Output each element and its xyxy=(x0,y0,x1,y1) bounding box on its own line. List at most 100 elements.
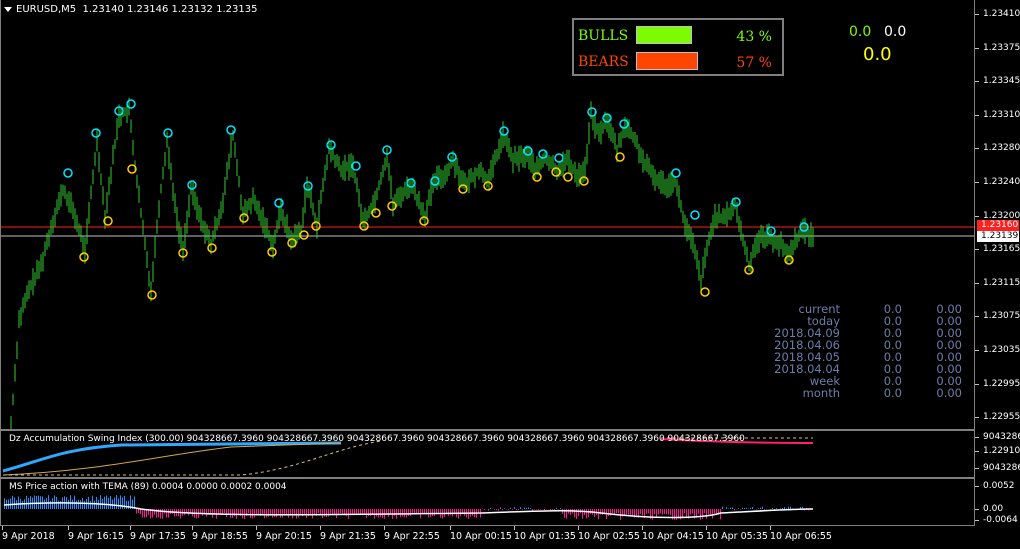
price-action-bar xyxy=(238,509,239,514)
indicator-pane-swing-index[interactable]: Dz Accumulation Swing Index (300.00) 904… xyxy=(0,430,975,478)
price-action-bar xyxy=(168,509,169,518)
swing-low-marker-icon xyxy=(147,290,157,300)
price-action-bar xyxy=(698,509,699,514)
price-action-bar xyxy=(230,509,231,518)
price-action-bar xyxy=(48,495,49,509)
bears-label: BEARS xyxy=(578,54,629,70)
price-action-bar xyxy=(626,509,627,515)
price-axis[interactable]: 1.23410 1.23375 1.23345 1.23310 1.23280 1.232… xyxy=(974,0,1020,456)
price-action-bar xyxy=(446,509,447,513)
price-action-bar xyxy=(380,509,381,518)
price-action-bar xyxy=(94,500,95,509)
price-action-bar xyxy=(116,495,117,509)
price-action-bar xyxy=(34,495,35,509)
price-action-bar xyxy=(232,509,233,518)
time-axis-tick: 9 Apr 16:15 xyxy=(68,526,124,542)
price-action-bar xyxy=(404,509,405,518)
price-action-bar xyxy=(630,509,631,516)
price-action-bar xyxy=(598,509,599,520)
price-action-bar xyxy=(710,509,711,515)
price-action-bar xyxy=(692,509,693,514)
swing-high-marker-icon xyxy=(163,128,173,138)
swing-index-axis-top: 904328667 xyxy=(975,432,1020,442)
price-action-bar xyxy=(362,509,363,514)
price-action-bar xyxy=(518,509,519,510)
price-action-bar xyxy=(756,509,757,510)
stats-values-column-2: 0.00 0.00 0.00 0.00 0.00 0.00 0.00 0.00 xyxy=(918,303,962,399)
price-action-bar xyxy=(534,509,535,510)
price-action-bar xyxy=(394,509,395,516)
price-action-bar xyxy=(648,509,649,514)
price-action-bar xyxy=(706,509,707,519)
price-action-axis: 0.0052 0.00 -0.0064 xyxy=(974,478,1020,526)
price-action-bar xyxy=(618,509,619,514)
price-action-bar xyxy=(538,509,539,510)
swing-high-marker-icon xyxy=(126,99,136,109)
price-action-bar xyxy=(288,509,289,518)
price-action-bar xyxy=(758,508,759,509)
price-action-bar xyxy=(328,509,329,517)
bulls-bar xyxy=(636,26,692,44)
swing-index-title: Dz Accumulation Swing Index (300.00) 904… xyxy=(9,434,745,444)
price-action-bar xyxy=(556,507,557,509)
price-action-bar xyxy=(654,509,655,515)
price-action-bar xyxy=(742,507,743,509)
price-action-bar xyxy=(344,509,345,514)
price-action-bar xyxy=(528,507,529,509)
price-action-bar xyxy=(96,497,97,509)
swing-low-marker-icon xyxy=(563,172,573,182)
price-action-bar xyxy=(702,509,703,519)
indicator-pane-price-action[interactable]: MS Price action with TEMA (89) 0.0004 0.… xyxy=(0,478,975,526)
price-action-bar xyxy=(514,507,515,509)
price-action-bar xyxy=(36,495,37,509)
price-action-bar xyxy=(488,509,489,511)
price-action-bar xyxy=(322,509,323,518)
price-action-bar xyxy=(368,509,369,517)
price-action-bar xyxy=(272,509,273,518)
price-action-bar xyxy=(666,509,667,515)
price-action-bar xyxy=(376,509,377,517)
swing-high-marker-icon xyxy=(671,168,681,178)
price-action-bar xyxy=(166,509,167,518)
dropdown-triangle-icon[interactable] xyxy=(4,6,12,12)
price-action-bar xyxy=(100,495,101,509)
time-axis-tick: 9 Apr 17:35 xyxy=(130,526,186,542)
price-action-bar xyxy=(218,509,219,514)
price-action-bar xyxy=(726,507,727,509)
price-action-bar xyxy=(560,508,561,509)
price-action-bar xyxy=(640,509,641,514)
price-action-bar xyxy=(750,507,751,509)
price-action-bar xyxy=(788,506,789,509)
price-action-bar xyxy=(92,495,93,509)
price-action-bar xyxy=(524,507,525,509)
price-action-bar xyxy=(144,509,145,518)
corner-value-green: 0.0 xyxy=(849,24,872,40)
price-action-bar xyxy=(12,495,13,509)
swing-low-marker-icon xyxy=(79,252,89,262)
price-action-bar xyxy=(118,498,119,509)
price-action-bar xyxy=(340,509,341,514)
price-action-bar xyxy=(664,509,665,514)
price-action-bar xyxy=(234,509,235,517)
price-action-bar xyxy=(504,508,505,509)
price-action-bar xyxy=(588,509,589,518)
price-action-bar xyxy=(484,509,485,511)
price-action-bar xyxy=(50,500,51,509)
price-action-bar xyxy=(658,509,659,515)
price-action-bar xyxy=(222,509,223,515)
price-axis-tick: 1.23375 xyxy=(974,42,1020,53)
price-action-bar xyxy=(734,509,735,511)
price-action-bar xyxy=(740,509,741,510)
swing-high-marker-icon xyxy=(187,180,197,190)
price-action-bar xyxy=(760,507,761,509)
price-action-bar xyxy=(104,496,105,509)
stats-value: 0.00 xyxy=(936,386,962,400)
price-action-bar xyxy=(206,509,207,517)
price-action-bar xyxy=(282,509,283,518)
bulls-row: BULLS 43 % xyxy=(578,26,778,46)
time-axis-tick: 10 Apr 02:55 xyxy=(578,526,640,542)
price-action-bar xyxy=(336,509,337,519)
price-action-bar xyxy=(772,508,773,509)
swing-index-axis: 904328667 904328667 xyxy=(975,430,1020,478)
price-action-bar xyxy=(70,495,71,509)
